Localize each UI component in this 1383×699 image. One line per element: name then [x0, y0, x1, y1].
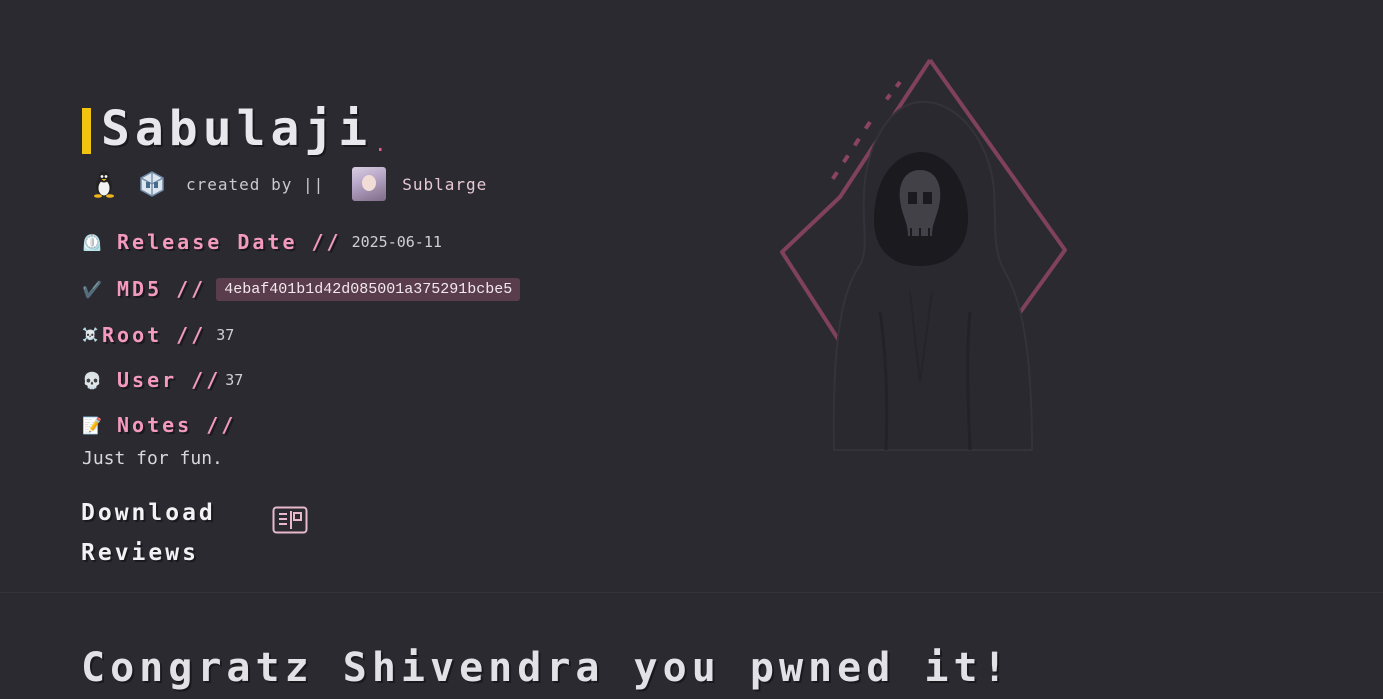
- user-separator: //: [191, 368, 222, 392]
- release-date-label: Release Date: [117, 230, 298, 254]
- title-accent-bar: [82, 108, 91, 154]
- notes-row: 📝 Notes //: [82, 413, 246, 437]
- user-label: User: [117, 368, 178, 392]
- root-row: ☠️ Root // 37: [82, 323, 234, 347]
- release-date-value: 2025-06-11: [351, 233, 442, 251]
- root-separator: //: [176, 323, 207, 347]
- vm-box-icon[interactable]: [272, 506, 308, 534]
- skull-icon: 💀: [82, 370, 102, 390]
- author-name[interactable]: Sublarge: [402, 175, 487, 194]
- download-link[interactable]: Download: [81, 500, 216, 526]
- machine-title: Sabulaji: [101, 101, 373, 157]
- md5-row: ✔️ MD5 // 4ebaf401b1d42d085001a375291bcb…: [82, 277, 521, 301]
- created-by-label: created by ||: [186, 174, 325, 194]
- user-value: 37: [225, 371, 244, 389]
- release-date-row: ⏲️ Release Date // 2025-06-11: [82, 230, 442, 254]
- root-value: 37: [216, 326, 235, 344]
- author-avatar[interactable]: [352, 167, 387, 201]
- root-label: Root: [102, 323, 163, 347]
- notes-text: Just for fun.: [82, 448, 223, 469]
- md5-label: MD5: [117, 277, 163, 301]
- title-dot: .: [374, 132, 387, 156]
- congratulations-banner: Congratz Shivendra you pwned it!: [81, 645, 1012, 691]
- creator-line: created by || Sublarge: [90, 167, 487, 201]
- linux-penguin-icon: [90, 170, 118, 198]
- skull-crossbones-icon: ☠️: [82, 327, 99, 343]
- md5-value: 4ebaf401b1d42d085001a375291bcbe5: [216, 277, 521, 301]
- reviews-link[interactable]: Reviews: [81, 540, 199, 566]
- md5-separator: //: [176, 277, 207, 301]
- notes-label: Notes: [117, 413, 193, 437]
- machine-title-block: Sabulaji .: [82, 104, 386, 154]
- check-icon: ✔️: [82, 279, 102, 299]
- timer-icon: ⏲️: [82, 232, 102, 252]
- section-divider: [0, 592, 1383, 593]
- virtualbox-icon: [138, 170, 166, 198]
- hooded-skull-illustration: [770, 52, 1080, 454]
- user-row: 💀 User // 37: [82, 368, 243, 392]
- release-date-separator: //: [311, 230, 342, 254]
- notes-separator: //: [206, 413, 237, 437]
- memo-icon: 📝: [82, 415, 102, 435]
